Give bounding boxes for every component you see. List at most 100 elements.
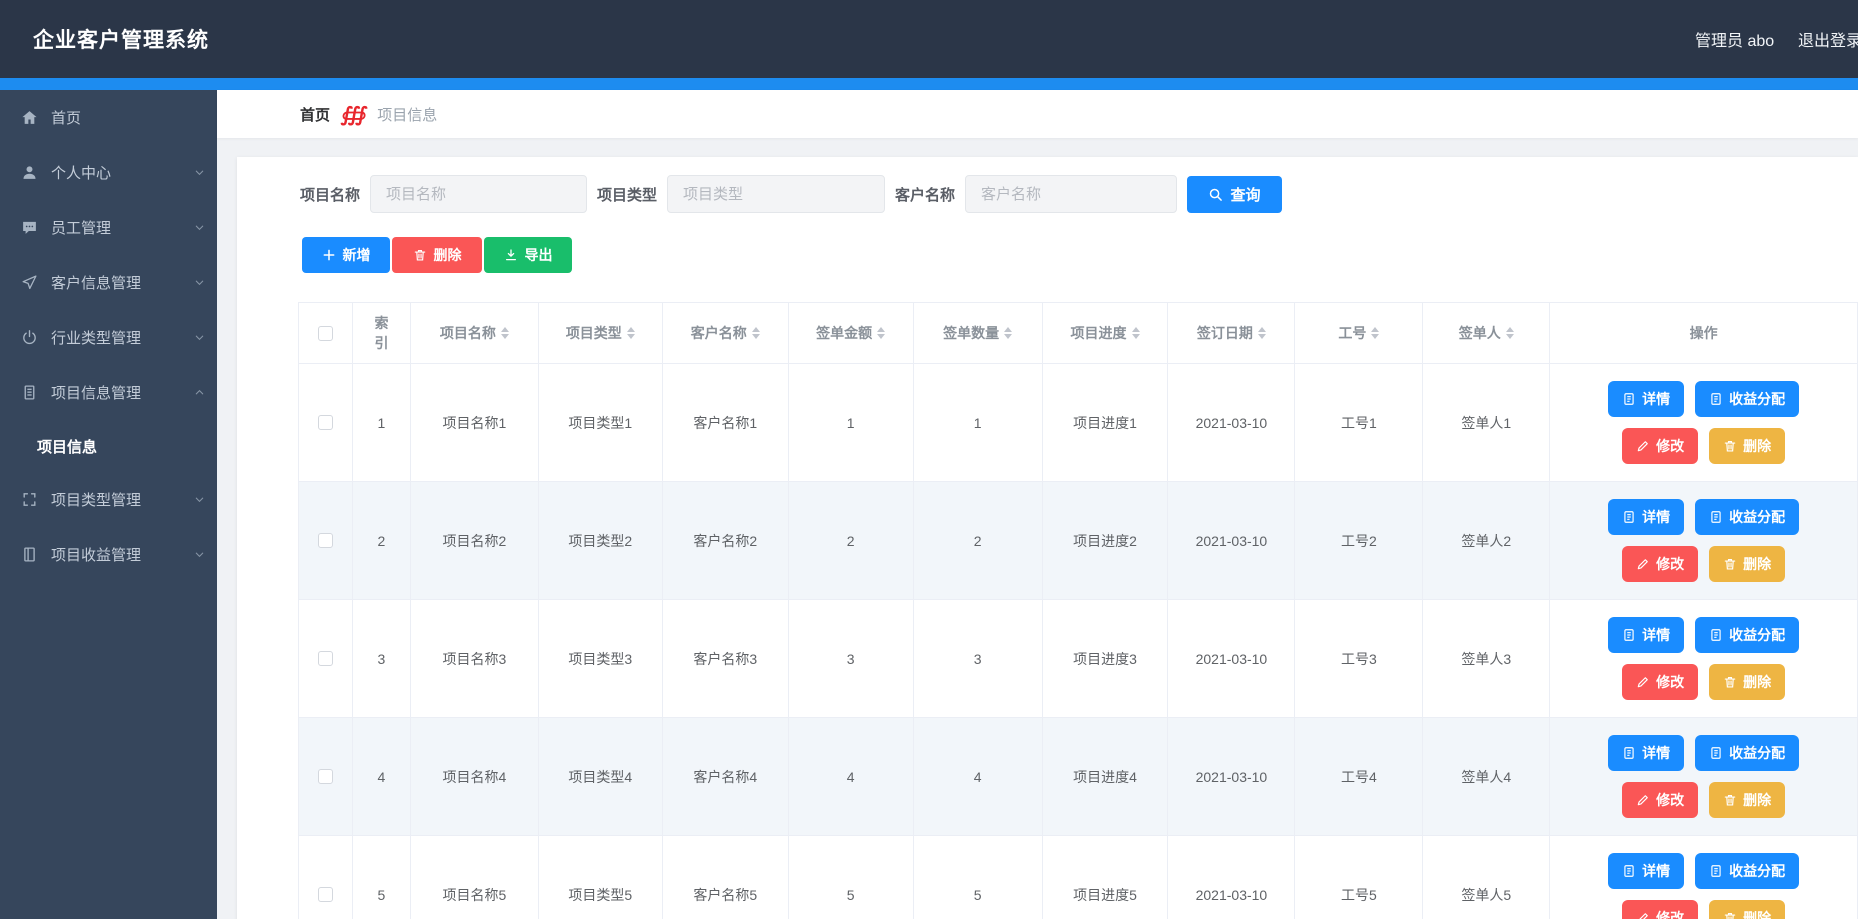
- column-header-worker-id[interactable]: 工号: [1295, 303, 1423, 363]
- breadcrumb-item-home[interactable]: 首页: [300, 104, 330, 125]
- cell-project-name: 项目名称4: [411, 718, 539, 835]
- column-header-sign-quantity[interactable]: 签单数量: [914, 303, 1043, 363]
- filter-label-customer-name: 客户名称: [895, 175, 955, 213]
- row-edit-button[interactable]: 修改: [1622, 664, 1698, 700]
- row-edit-button-label: 修改: [1656, 790, 1684, 810]
- chevron-down-icon: [194, 277, 205, 288]
- cell-sign-quantity: 5: [914, 836, 1043, 919]
- sort-caret[interactable]: [1371, 323, 1379, 343]
- sidebar-item-personal-center[interactable]: 个人中心: [0, 145, 217, 200]
- sidebar-item-industry-type-mgmt[interactable]: 行业类型管理: [0, 310, 217, 365]
- cell-project-progress: 项目进度4: [1043, 718, 1169, 835]
- content-card: 查询 索引项目名称项目类型客户名称签单金额签单数量项目进度签订日期工号签单人操作…: [237, 157, 1858, 919]
- cell-index: 1: [353, 364, 411, 481]
- row-edit-button-label: 修改: [1656, 554, 1684, 574]
- chevron-down-icon: [194, 549, 205, 560]
- sort-caret[interactable]: [752, 323, 760, 343]
- sidebar-item-project-info-mgmt[interactable]: 项目信息管理: [0, 365, 217, 420]
- column-header-label: 项目类型: [566, 323, 622, 343]
- cell-sign-amount: 3: [789, 600, 914, 717]
- column-header-signer[interactable]: 签单人: [1423, 303, 1550, 363]
- doc-icon: [1622, 510, 1636, 524]
- sort-caret[interactable]: [627, 323, 635, 343]
- accent-strip: [0, 78, 1858, 90]
- column-header-sign-amount[interactable]: 签单金额: [789, 303, 914, 363]
- row-revenue-allocation-button[interactable]: 收益分配: [1695, 735, 1799, 771]
- row-detail-button[interactable]: 详情: [1608, 499, 1684, 535]
- row-detail-button[interactable]: 详情: [1608, 617, 1684, 653]
- trash-icon: [1723, 675, 1737, 689]
- column-header-project-name[interactable]: 项目名称: [411, 303, 539, 363]
- row-delete-button[interactable]: 删除: [1709, 428, 1785, 464]
- sidebar-item-label: 行业类型管理: [51, 327, 194, 348]
- row-delete-button[interactable]: 删除: [1709, 546, 1785, 582]
- column-header-project-progress[interactable]: 项目进度: [1043, 303, 1169, 363]
- column-header-customer-name[interactable]: 客户名称: [663, 303, 789, 363]
- row-checkbox[interactable]: [318, 533, 333, 548]
- logout-link[interactable]: 退出登录: [1798, 0, 1858, 78]
- sidebar-subitem-project-info[interactable]: 项目信息: [0, 420, 217, 472]
- row-checkbox[interactable]: [318, 887, 333, 902]
- sidebar-item-project-type-mgmt[interactable]: 项目类型管理: [0, 472, 217, 527]
- chevron-down-icon: [194, 494, 205, 505]
- row-edit-button[interactable]: 修改: [1622, 546, 1698, 582]
- breadcrumb-separator-icon: ∰: [340, 102, 369, 127]
- user-name[interactable]: 管理员 abo: [1695, 0, 1774, 78]
- column-header-project-type[interactable]: 项目类型: [539, 303, 663, 363]
- add-button[interactable]: 新增: [302, 237, 390, 273]
- row-edit-button[interactable]: 修改: [1622, 428, 1698, 464]
- table-row: 5项目名称5项目类型5客户名称555项目进度52021-03-10工号5签单人5…: [299, 836, 1858, 919]
- row-delete-button[interactable]: 删除: [1709, 664, 1785, 700]
- filter-input-project-name[interactable]: [370, 175, 587, 213]
- row-detail-button[interactable]: 详情: [1608, 853, 1684, 889]
- row-edit-button-label: 修改: [1656, 908, 1684, 919]
- filter-label-project-type: 项目类型: [597, 175, 657, 213]
- row-detail-button[interactable]: 详情: [1608, 735, 1684, 771]
- column-header-sign-date[interactable]: 签订日期: [1168, 303, 1295, 363]
- row-detail-button[interactable]: 详情: [1608, 381, 1684, 417]
- row-revenue-allocation-button[interactable]: 收益分配: [1695, 499, 1799, 535]
- row-checkbox[interactable]: [318, 415, 333, 430]
- row-actions-cell: 详情收益分配修改删除: [1550, 364, 1858, 481]
- row-edit-button[interactable]: 修改: [1622, 900, 1698, 919]
- sidebar-item-home[interactable]: 首页: [0, 90, 217, 145]
- cell-project-type: 项目类型5: [539, 836, 663, 919]
- door-icon: [21, 546, 38, 563]
- row-edit-button[interactable]: 修改: [1622, 782, 1698, 818]
- column-header-label: 签单金额: [816, 323, 872, 343]
- cell-worker-id: 工号4: [1295, 718, 1423, 835]
- sort-caret[interactable]: [877, 323, 885, 343]
- download-icon: [504, 248, 518, 262]
- row-checkbox[interactable]: [318, 651, 333, 666]
- row-revenue-allocation-button[interactable]: 收益分配: [1695, 617, 1799, 653]
- cell-project-progress: 项目进度3: [1043, 600, 1169, 717]
- sidebar-item-customer-info-mgmt[interactable]: 客户信息管理: [0, 255, 217, 310]
- delete-button[interactable]: 删除: [392, 237, 482, 273]
- sidebar-item-project-revenue-mgmt[interactable]: 项目收益管理: [0, 527, 217, 582]
- column-header-label: 项目进度: [1071, 323, 1127, 343]
- sidebar-item-employee-mgmt[interactable]: 员工管理: [0, 200, 217, 255]
- cell-project-name: 项目名称3: [411, 600, 539, 717]
- filter-input-customer-name[interactable]: [965, 175, 1177, 213]
- doc-icon: [1709, 864, 1723, 878]
- sidebar-item-label: 员工管理: [51, 217, 194, 238]
- cell-sign-quantity: 3: [914, 600, 1043, 717]
- trash-icon: [1723, 439, 1737, 453]
- cell-index: 3: [353, 600, 411, 717]
- row-delete-button[interactable]: 删除: [1709, 782, 1785, 818]
- sort-caret[interactable]: [501, 323, 509, 343]
- filter-input-project-type[interactable]: [667, 175, 885, 213]
- export-button[interactable]: 导出: [484, 237, 572, 273]
- row-checkbox[interactable]: [318, 769, 333, 784]
- cell-worker-id: 工号2: [1295, 482, 1423, 599]
- search-button[interactable]: 查询: [1187, 176, 1282, 213]
- row-revenue-allocation-button[interactable]: 收益分配: [1695, 381, 1799, 417]
- sort-caret[interactable]: [1004, 323, 1012, 343]
- cell-project-progress: 项目进度1: [1043, 364, 1169, 481]
- sort-caret[interactable]: [1132, 323, 1140, 343]
- select-all-checkbox[interactable]: [318, 326, 333, 341]
- sort-caret[interactable]: [1506, 323, 1514, 343]
- row-revenue-allocation-button[interactable]: 收益分配: [1695, 853, 1799, 889]
- row-delete-button[interactable]: 删除: [1709, 900, 1785, 919]
- sort-caret[interactable]: [1258, 323, 1266, 343]
